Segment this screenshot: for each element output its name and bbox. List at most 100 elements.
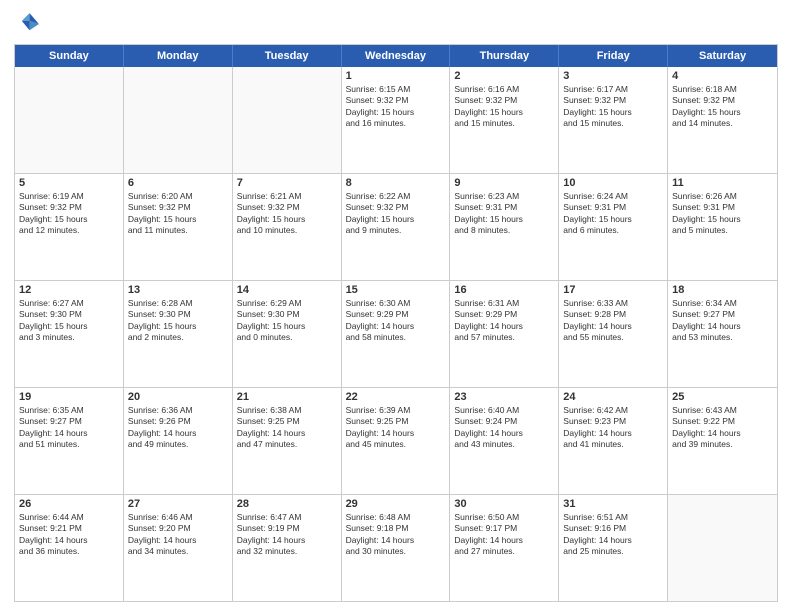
day-number: 24 — [563, 391, 663, 403]
calendar-cell: 1 Sunrise: 6:15 AM Sunset: 9:32 PM Daylig… — [342, 67, 451, 173]
calendar-cell: 25 Sunrise: 6:43 AM Sunset: 9:22 PM Dayli… — [668, 388, 777, 494]
day-number: 17 — [563, 284, 663, 296]
cell-text: Sunrise: 6:35 AM Sunset: 9:27 PM Dayligh… — [19, 405, 119, 451]
cell-text: Sunrise: 6:24 AM Sunset: 9:31 PM Dayligh… — [563, 191, 663, 237]
cell-text: Sunrise: 6:39 AM Sunset: 9:25 PM Dayligh… — [346, 405, 446, 451]
cell-text: Sunrise: 6:44 AM Sunset: 9:21 PM Dayligh… — [19, 512, 119, 558]
day-number: 26 — [19, 498, 119, 510]
calendar-cell: 16 Sunrise: 6:31 AM Sunset: 9:29 PM Dayli… — [450, 281, 559, 387]
cell-text: Sunrise: 6:15 AM Sunset: 9:32 PM Dayligh… — [346, 84, 446, 130]
calendar-cell: 8Sunrise: 6:22 AM Sunset: 9:32 PM Daylig… — [342, 174, 451, 280]
logo — [14, 10, 46, 38]
calendar-cell — [668, 495, 777, 601]
cell-text: Sunrise: 6:26 AM Sunset: 9:31 PM Dayligh… — [672, 191, 773, 237]
calendar-cell: 27 Sunrise: 6:46 AM Sunset: 9:20 PM Dayli… — [124, 495, 233, 601]
calendar-cell — [233, 67, 342, 173]
calendar-header-cell: Thursday — [450, 45, 559, 67]
calendar-cell: 22 Sunrise: 6:39 AM Sunset: 9:25 PM Dayli… — [342, 388, 451, 494]
calendar-cell: 20 Sunrise: 6:36 AM Sunset: 9:26 PM Dayli… — [124, 388, 233, 494]
calendar-cell: 24 Sunrise: 6:42 AM Sunset: 9:23 PM Dayli… — [559, 388, 668, 494]
day-number: 15 — [346, 284, 446, 296]
calendar-cell — [15, 67, 124, 173]
cell-text: Sunrise: 6:28 AM Sunset: 9:30 PM Dayligh… — [128, 298, 228, 344]
cell-text: Sunrise: 6:38 AM Sunset: 9:25 PM Dayligh… — [237, 405, 337, 451]
cell-text: Sunrise: 6:48 AM Sunset: 9:18 PM Dayligh… — [346, 512, 446, 558]
cell-text: Sunrise: 6:46 AM Sunset: 9:20 PM Dayligh… — [128, 512, 228, 558]
cell-text: Sunrise: 6:33 AM Sunset: 9:28 PM Dayligh… — [563, 298, 663, 344]
calendar-row: 12 Sunrise: 6:27 AM Sunset: 9:30 PM Dayli… — [15, 281, 777, 388]
calendar-cell: 13 Sunrise: 6:28 AM Sunset: 9:30 PM Dayli… — [124, 281, 233, 387]
cell-text: Sunrise: 6:40 AM Sunset: 9:24 PM Dayligh… — [454, 405, 554, 451]
day-number: 23 — [454, 391, 554, 403]
day-number: 8 — [346, 177, 446, 189]
day-number: 16 — [454, 284, 554, 296]
cell-text: Sunrise: 6:18 AM Sunset: 9:32 PM Dayligh… — [672, 84, 773, 130]
cell-text: Sunrise: 6:34 AM Sunset: 9:27 PM Dayligh… — [672, 298, 773, 344]
day-number: 9 — [454, 177, 554, 189]
day-number: 13 — [128, 284, 228, 296]
calendar-header-cell: Friday — [559, 45, 668, 67]
calendar-cell — [124, 67, 233, 173]
day-number: 12 — [19, 284, 119, 296]
calendar-cell: 31Sunrise: 6:51 AM Sunset: 9:16 PM Dayli… — [559, 495, 668, 601]
day-number: 21 — [237, 391, 337, 403]
calendar-row: 5Sunrise: 6:19 AM Sunset: 9:32 PM Daylig… — [15, 174, 777, 281]
logo-icon — [14, 10, 42, 38]
cell-text: Sunrise: 6:21 AM Sunset: 9:32 PM Dayligh… — [237, 191, 337, 237]
calendar-cell: 11Sunrise: 6:26 AM Sunset: 9:31 PM Dayli… — [668, 174, 777, 280]
calendar-header-cell: Saturday — [668, 45, 777, 67]
page: SundayMondayTuesdayWednesdayThursdayFrid… — [0, 0, 792, 612]
calendar-cell: 14Sunrise: 6:29 AM Sunset: 9:30 PM Dayli… — [233, 281, 342, 387]
day-number: 6 — [128, 177, 228, 189]
cell-text: Sunrise: 6:20 AM Sunset: 9:32 PM Dayligh… — [128, 191, 228, 237]
calendar-cell: 29Sunrise: 6:48 AM Sunset: 9:18 PM Dayli… — [342, 495, 451, 601]
day-number: 18 — [672, 284, 773, 296]
calendar-header: SundayMondayTuesdayWednesdayThursdayFrid… — [15, 45, 777, 67]
calendar-cell: 15 Sunrise: 6:30 AM Sunset: 9:29 PM Dayli… — [342, 281, 451, 387]
cell-text: Sunrise: 6:30 AM Sunset: 9:29 PM Dayligh… — [346, 298, 446, 344]
day-number: 2 — [454, 70, 554, 82]
day-number: 27 — [128, 498, 228, 510]
calendar-header-cell: Monday — [124, 45, 233, 67]
calendar-body: 1 Sunrise: 6:15 AM Sunset: 9:32 PM Daylig… — [15, 67, 777, 601]
cell-text: Sunrise: 6:36 AM Sunset: 9:26 PM Dayligh… — [128, 405, 228, 451]
day-number: 25 — [672, 391, 773, 403]
calendar-cell: 19Sunrise: 6:35 AM Sunset: 9:27 PM Dayli… — [15, 388, 124, 494]
calendar-row: 1 Sunrise: 6:15 AM Sunset: 9:32 PM Daylig… — [15, 67, 777, 174]
cell-text: Sunrise: 6:16 AM Sunset: 9:32 PM Dayligh… — [454, 84, 554, 130]
calendar-cell: 26 Sunrise: 6:44 AM Sunset: 9:21 PM Dayli… — [15, 495, 124, 601]
calendar-cell: 9 Sunrise: 6:23 AM Sunset: 9:31 PM Daylig… — [450, 174, 559, 280]
calendar-cell: 2 Sunrise: 6:16 AM Sunset: 9:32 PM Daylig… — [450, 67, 559, 173]
cell-text: Sunrise: 6:17 AM Sunset: 9:32 PM Dayligh… — [563, 84, 663, 130]
calendar-cell: 18 Sunrise: 6:34 AM Sunset: 9:27 PM Dayli… — [668, 281, 777, 387]
cell-text: Sunrise: 6:42 AM Sunset: 9:23 PM Dayligh… — [563, 405, 663, 451]
calendar-cell: 17 Sunrise: 6:33 AM Sunset: 9:28 PM Dayli… — [559, 281, 668, 387]
calendar-row: 26 Sunrise: 6:44 AM Sunset: 9:21 PM Dayli… — [15, 495, 777, 601]
day-number: 1 — [346, 70, 446, 82]
cell-text: Sunrise: 6:27 AM Sunset: 9:30 PM Dayligh… — [19, 298, 119, 344]
cell-text: Sunrise: 6:31 AM Sunset: 9:29 PM Dayligh… — [454, 298, 554, 344]
calendar-cell: 21 Sunrise: 6:38 AM Sunset: 9:25 PM Dayli… — [233, 388, 342, 494]
day-number: 22 — [346, 391, 446, 403]
calendar-cell: 5Sunrise: 6:19 AM Sunset: 9:32 PM Daylig… — [15, 174, 124, 280]
calendar-cell: 10 Sunrise: 6:24 AM Sunset: 9:31 PM Dayli… — [559, 174, 668, 280]
day-number: 28 — [237, 498, 337, 510]
cell-text: Sunrise: 6:23 AM Sunset: 9:31 PM Dayligh… — [454, 191, 554, 237]
calendar-cell: 12 Sunrise: 6:27 AM Sunset: 9:30 PM Dayli… — [15, 281, 124, 387]
cell-text: Sunrise: 6:50 AM Sunset: 9:17 PM Dayligh… — [454, 512, 554, 558]
day-number: 20 — [128, 391, 228, 403]
cell-text: Sunrise: 6:43 AM Sunset: 9:22 PM Dayligh… — [672, 405, 773, 451]
day-number: 7 — [237, 177, 337, 189]
calendar-cell: 30 Sunrise: 6:50 AM Sunset: 9:17 PM Dayli… — [450, 495, 559, 601]
day-number: 30 — [454, 498, 554, 510]
cell-text: Sunrise: 6:51 AM Sunset: 9:16 PM Dayligh… — [563, 512, 663, 558]
calendar-cell: 3 Sunrise: 6:17 AM Sunset: 9:32 PM Daylig… — [559, 67, 668, 173]
day-number: 3 — [563, 70, 663, 82]
calendar-cell: 6 Sunrise: 6:20 AM Sunset: 9:32 PM Daylig… — [124, 174, 233, 280]
header — [14, 10, 778, 38]
calendar-header-cell: Tuesday — [233, 45, 342, 67]
calendar-header-cell: Wednesday — [342, 45, 451, 67]
day-number: 10 — [563, 177, 663, 189]
calendar-row: 19Sunrise: 6:35 AM Sunset: 9:27 PM Dayli… — [15, 388, 777, 495]
day-number: 4 — [672, 70, 773, 82]
